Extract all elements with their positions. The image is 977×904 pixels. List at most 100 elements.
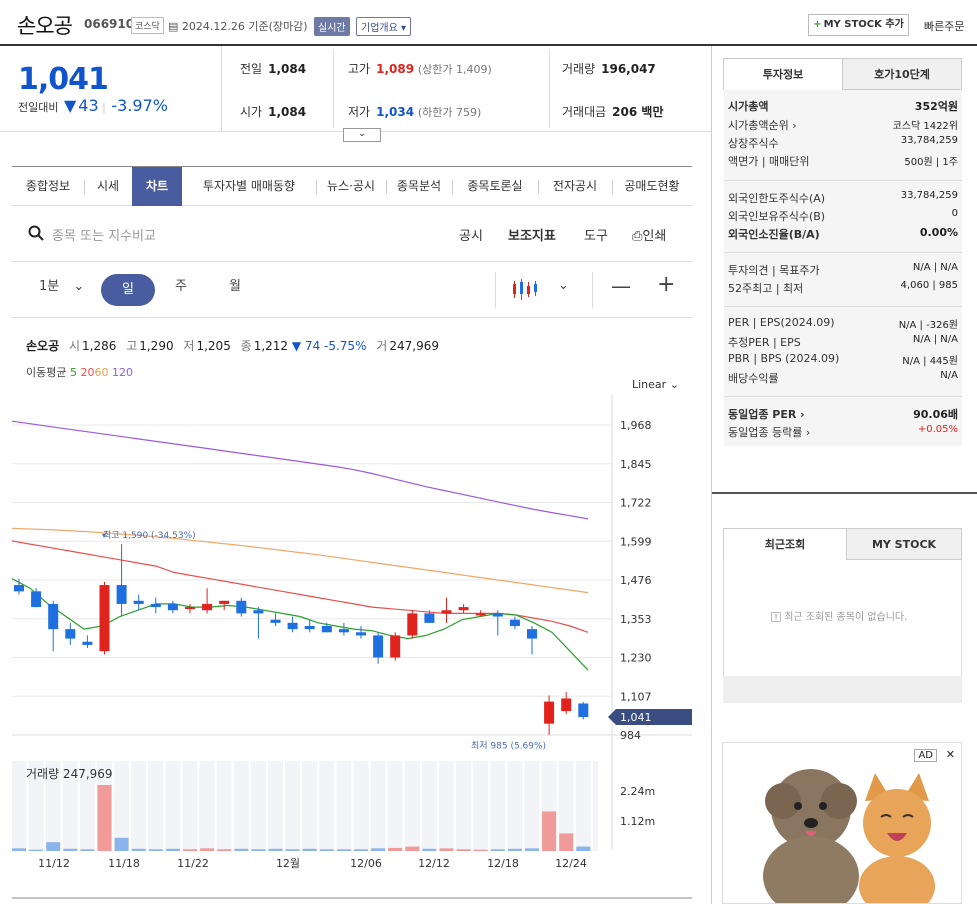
close-icon[interactable]: ✕ xyxy=(946,748,955,761)
candle-body xyxy=(390,635,401,658)
min-price-label: 최저 985 (5.69%) xyxy=(471,741,546,752)
candle-body xyxy=(14,585,24,592)
zoom-in-icon[interactable]: + xyxy=(657,272,675,297)
volume-bar xyxy=(80,849,95,851)
tab-6[interactable]: 종목토론실 xyxy=(452,167,538,206)
date-label: ▤ 2024.12.26 기준(장마감) xyxy=(168,20,308,33)
live-button[interactable]: 실시간 xyxy=(314,17,350,36)
my-stock-add-button[interactable]: + MY STOCK 추가 xyxy=(808,14,909,36)
price-chart[interactable]: 1,968 1,845 1,722 1,599 1,476 1,353 1,230 1,107… xyxy=(0,395,711,904)
ad-banner[interactable]: AD ✕ xyxy=(722,742,962,904)
tab-order-book[interactable]: 호가10단계 xyxy=(842,58,962,90)
drawing-tool[interactable]: 도구 xyxy=(584,225,608,244)
main-tabs: 종합정보 시세 차트 투자자별 매매동향 뉴스·공시 종목분석 종목토론실 전자공시 공매도현황 xyxy=(12,166,692,206)
candle-body xyxy=(219,600,230,604)
volume-tick-label: 1.12m xyxy=(620,815,655,828)
candle-body xyxy=(492,613,503,617)
volume-bar xyxy=(319,849,334,851)
candle-body xyxy=(82,641,93,645)
tab-4[interactable]: 뉴스·공시 xyxy=(316,167,386,206)
volume-bar xyxy=(388,847,403,851)
volume-bar xyxy=(576,846,591,851)
trade-amount: 거래대금 206 백만 xyxy=(562,105,664,119)
volume-label: 거래량 247,969 xyxy=(26,767,113,781)
recent-empty-message: ! 최근 조회된 종목이 없습니다. xyxy=(769,608,907,623)
company-info-button[interactable]: 기업개요 ▾ xyxy=(356,17,411,36)
down-arrow-icon: ▼ xyxy=(63,96,77,115)
volume: 거래량 196,047 xyxy=(562,62,656,76)
price-tick-label: 984 xyxy=(620,729,641,742)
price-tick-label: 1,845 xyxy=(620,458,652,471)
open-price: 시가 1,084 xyxy=(240,105,307,119)
volume-bar xyxy=(217,849,232,851)
candle-body xyxy=(544,701,555,724)
period-day[interactable]: 일 xyxy=(101,274,155,306)
candle-body xyxy=(373,635,384,658)
chevron-down-icon: ⌄ xyxy=(73,279,85,294)
compare-search-input[interactable]: 종목 또는 지수비교 xyxy=(52,225,156,244)
printer-icon: ⎙ xyxy=(632,229,643,244)
notice-tool[interactable]: 공시 xyxy=(459,225,483,244)
tab-0[interactable]: 종합정보 xyxy=(12,167,84,206)
quick-order-link[interactable]: 빠른주문 xyxy=(924,18,964,34)
candle-body xyxy=(236,600,247,614)
date-label: 12/24 xyxy=(555,857,587,870)
tab-invest-info[interactable]: 투자정보 xyxy=(723,58,843,90)
candle-body xyxy=(150,603,161,608)
volume-bar xyxy=(336,849,351,851)
tab-2[interactable]: 차트 xyxy=(132,167,182,206)
tab-my-stock[interactable]: MY STOCK xyxy=(846,528,962,560)
high-price: 고가 1,089 (상한가 1,409) xyxy=(348,62,492,76)
moving-average-legend: 이동평균 5 2060 120 xyxy=(26,366,133,379)
volume-bar xyxy=(97,785,112,851)
invest-row: 52주최고 | 최저 4,060 | 985 xyxy=(728,280,958,295)
invest-row: 외국인보유주식수(B) 0 xyxy=(728,208,958,223)
invest-row: 외국인한도주식수(A) 33,784,259 xyxy=(728,190,958,205)
date-label: 12월 xyxy=(276,857,300,870)
indicator-tool[interactable]: 보조지표 xyxy=(508,225,556,244)
volume-bar xyxy=(165,848,180,851)
print-tool[interactable]: ⎙인쇄 xyxy=(632,225,666,244)
tab-8[interactable]: 공매도현황 xyxy=(612,167,692,206)
market-badge: 코스닥 xyxy=(131,17,164,34)
price-tick-label: 1,968 xyxy=(620,419,652,432)
zoom-out-icon[interactable]: — xyxy=(611,274,631,298)
invest-row: 외국인소진율(B/A) 0.00% xyxy=(728,226,958,241)
period-selector: 1분 ⌄ 일 주 월 ⌄ — + xyxy=(12,262,692,318)
volume-bar xyxy=(200,848,215,851)
volume-bar xyxy=(490,849,505,851)
date-label: 11/22 xyxy=(177,857,209,870)
period-1min[interactable]: 1분 ⌄ xyxy=(39,275,84,294)
candle-body xyxy=(458,607,469,611)
date-label: 12/06 xyxy=(350,857,382,870)
search-icon[interactable] xyxy=(28,225,44,241)
price-tick-label: 1,107 xyxy=(620,690,652,703)
tab-1[interactable]: 시세 xyxy=(84,167,132,206)
tab-7[interactable]: 전자공시 xyxy=(538,167,612,206)
volume-bar xyxy=(507,848,522,851)
candle-body xyxy=(65,629,76,639)
price-summary: 1,041 전일대비 ▼ 43 | -3.97% 전일 1,084 고가 1,089 … xyxy=(0,46,711,142)
volume-bar xyxy=(405,846,420,851)
scale-dropdown[interactable]: Linear ⌄ xyxy=(632,378,679,391)
chart-type-chevron-icon[interactable]: ⌄ xyxy=(558,278,569,293)
period-month[interactable]: 월 xyxy=(229,275,241,294)
tab-recent[interactable]: 최근조회 xyxy=(723,528,847,560)
candle-body xyxy=(270,619,281,623)
period-week[interactable]: 주 xyxy=(175,275,187,294)
expand-chevron-icon[interactable]: ⌄ xyxy=(343,128,381,142)
volume-bar xyxy=(234,848,249,851)
volume-bar xyxy=(268,848,283,851)
volume-bar xyxy=(148,849,163,851)
tab-3[interactable]: 투자자별 매매동향 xyxy=(182,167,316,206)
candle-body xyxy=(527,629,537,639)
candle-type-icon[interactable] xyxy=(512,278,538,302)
invest-row: 상장주식수 33,784,259 xyxy=(728,135,958,150)
chevron-down-icon: ⌄ xyxy=(669,378,679,391)
candle-body xyxy=(31,591,42,608)
prev-close: 전일 1,084 xyxy=(240,62,307,76)
tab-5[interactable]: 종목분석 xyxy=(386,167,452,206)
invest-row: 동일업종 PER › 90.06배 xyxy=(728,408,958,421)
candle-body xyxy=(338,629,349,633)
invest-row: PER | EPS(2024.09) N/A | -326원 xyxy=(728,316,958,331)
